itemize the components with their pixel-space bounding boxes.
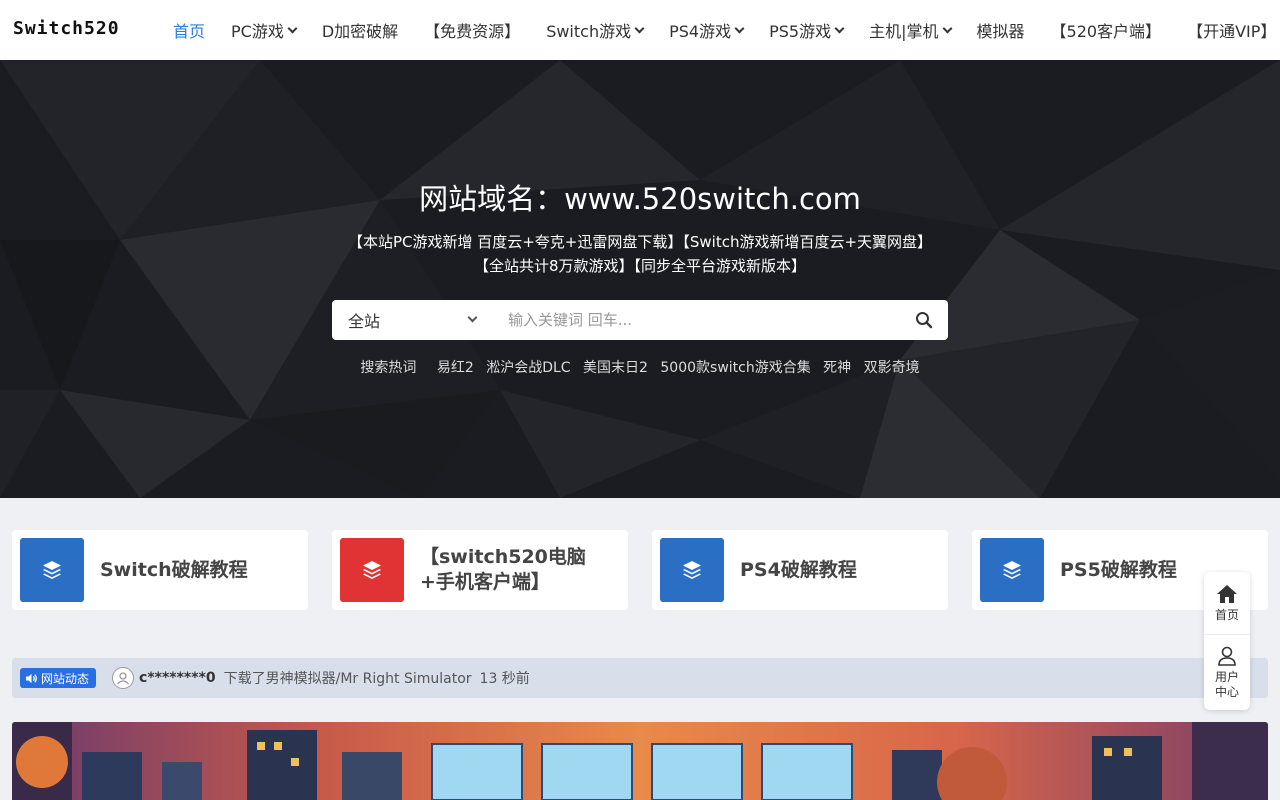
- nav-item-pc-games[interactable]: PC游戏: [218, 0, 309, 60]
- nav-item-home[interactable]: 首页: [160, 0, 218, 60]
- hot-tag[interactable]: 美国末日2: [583, 360, 648, 376]
- hot-tag[interactable]: 双影奇境: [864, 360, 920, 376]
- chevron-down-icon: [942, 23, 952, 33]
- hot-search-terms: 搜索热词 易红2 淞沪会战DLC 美国末日2 5000款switch游戏合集 死…: [0, 357, 1280, 377]
- hot-tag[interactable]: 易红2: [437, 360, 474, 376]
- hot-tag[interactable]: 5000款switch游戏合集: [660, 360, 810, 376]
- chevron-down-icon: [634, 23, 645, 33]
- nav-item-emulator[interactable]: 模拟器: [964, 0, 1038, 60]
- chevron-down-icon: [467, 312, 478, 323]
- chevron-down-icon: [287, 23, 298, 33]
- nav-item-free-resources[interactable]: 【免费资源】: [411, 0, 533, 60]
- feature-cards: Switch破解教程 【switch520电脑+手机客户端】 PS4破解教程 P…: [12, 530, 1268, 610]
- hot-tag[interactable]: 死神: [823, 360, 851, 376]
- hero-section: 网站域名：www.520switch.com 【本站PC游戏新增 百度云+夸克+…: [0, 60, 1280, 498]
- promo-banner[interactable]: [12, 722, 1268, 800]
- search-icon: [916, 312, 933, 329]
- nav-item-ps4-games[interactable]: PS4游戏: [656, 0, 756, 60]
- hero-background: [0, 60, 1280, 498]
- main-nav: 首页 PC游戏 D加密破解 【免费资源】 Switch游戏 PS4游戏 PS5游…: [160, 0, 1280, 60]
- card-title: Switch破解教程: [100, 558, 248, 581]
- chevron-down-icon: [734, 23, 745, 33]
- float-user-center-button[interactable]: 用户中心: [1204, 634, 1250, 710]
- search-scope-select[interactable]: 全站: [332, 300, 492, 340]
- hot-tag[interactable]: 淞沪会战DLC: [486, 360, 570, 376]
- user-icon: [1218, 646, 1236, 666]
- nav-item-console-handheld[interactable]: 主机|掌机: [856, 0, 963, 60]
- floating-side-menu: 首页 用户中心: [1204, 572, 1250, 710]
- nav-item-520-client[interactable]: 【520客户端】: [1038, 0, 1175, 60]
- nav-item-switch-games[interactable]: Switch游戏: [533, 0, 656, 60]
- chevron-down-icon: [834, 23, 845, 33]
- avatar: [112, 667, 135, 689]
- activity-text[interactable]: 下载了男神模拟器/Mr Right Simulator: [224, 668, 472, 688]
- speaker-icon: [26, 673, 37, 683]
- card-ps4-tutorial[interactable]: PS4破解教程: [652, 530, 948, 610]
- nav-item-vip[interactable]: 【开通VIP】: [1174, 0, 1280, 60]
- site-logo[interactable]: Switch520: [13, 18, 120, 39]
- home-icon: [1217, 584, 1237, 603]
- activity-ticker: 网站动态 c********0 下载了男神模拟器/Mr Right Simula…: [12, 658, 1268, 698]
- hot-search-label: 搜索热词: [360, 360, 417, 376]
- activity-time: 13 秒前: [479, 671, 530, 687]
- card-switch-tutorial[interactable]: Switch破解教程: [12, 530, 308, 610]
- float-home-button[interactable]: 首页: [1204, 572, 1250, 634]
- search-input[interactable]: [492, 300, 900, 340]
- card-title: PS4破解教程: [740, 558, 857, 581]
- layers-icon: [660, 538, 724, 602]
- card-title: PS5破解教程: [1060, 558, 1177, 581]
- user-icon: [117, 672, 129, 685]
- search-button[interactable]: [900, 300, 948, 340]
- hero-subtitle: 【本站PC游戏新增 百度云+夸克+迅雷网盘下载】【Switch游戏新增百度云+天…: [347, 233, 933, 275]
- activity-badge: 网站动态: [20, 668, 97, 688]
- hero-title: 网站域名：www.520switch.com: [419, 182, 861, 216]
- activity-user[interactable]: c********0: [139, 670, 216, 686]
- card-client-download[interactable]: 【switch520电脑+手机客户端】: [332, 530, 628, 610]
- layers-icon: [20, 538, 84, 602]
- nav-item-d-crack[interactable]: D加密破解: [309, 0, 411, 60]
- nav-item-ps5-games[interactable]: PS5游戏: [756, 0, 856, 60]
- banner-artwork: [12, 722, 1268, 800]
- card-title: 【switch520电脑+手机客户端】: [420, 546, 586, 593]
- layers-icon: [340, 538, 404, 602]
- layers-icon: [980, 538, 1044, 602]
- search-bar: 全站: [332, 300, 948, 340]
- top-navbar: Switch520 首页 PC游戏 D加密破解 【免费资源】 Switch游戏 …: [0, 0, 1280, 60]
